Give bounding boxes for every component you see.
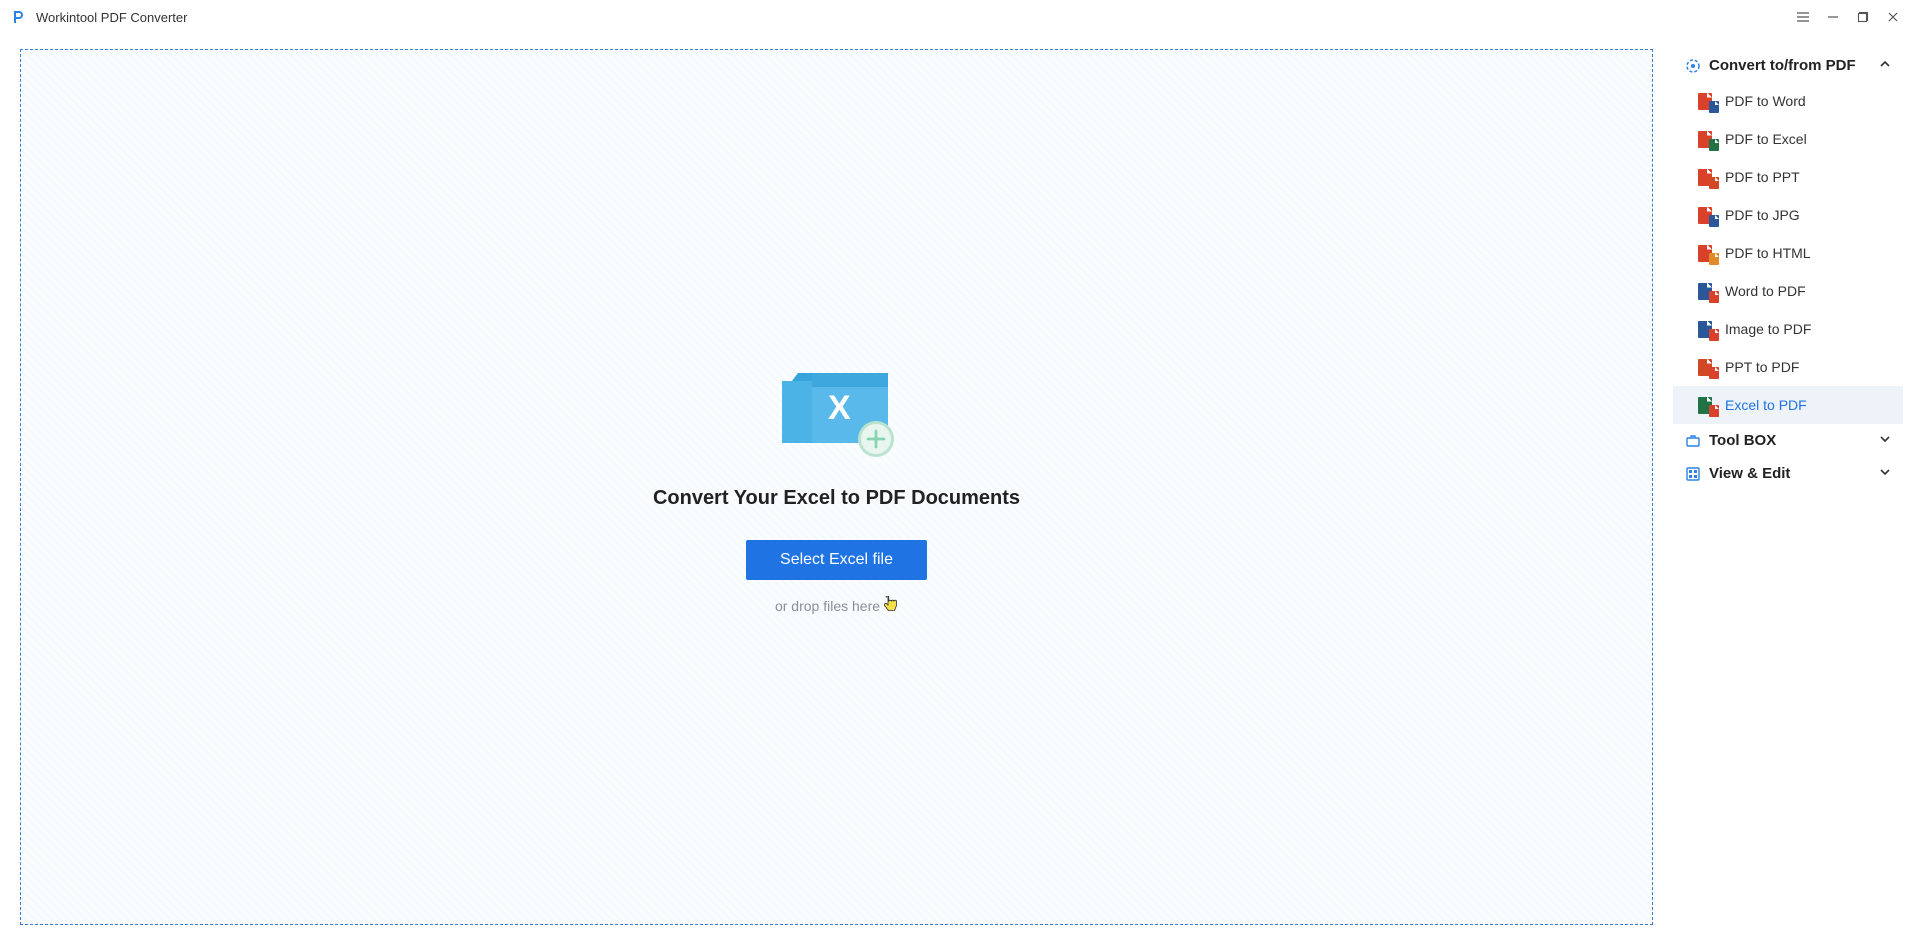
section-items-convert: PDF to Word PDF to Excel PDF to PPT PDF to …: [1673, 82, 1903, 424]
sidebar-item-label: PDF to PPT: [1725, 169, 1800, 185]
section-header-toolbox[interactable]: Tool BOX: [1673, 424, 1903, 457]
toolbox-section-icon: [1685, 433, 1701, 449]
section-label: View & Edit: [1709, 465, 1879, 482]
sidebar-item-label: Excel to PDF: [1725, 397, 1807, 413]
sidebar-item-label: Word to PDF: [1725, 283, 1806, 299]
pdf-to-excel-icon: [1695, 129, 1715, 149]
file-drop-zone[interactable]: X Convert Your Excel to PDF Documents Se…: [20, 49, 1653, 925]
sidebar-item-label: PDF to Word: [1725, 93, 1806, 109]
sidebar-item-image-to-pdf[interactable]: Image to PDF: [1673, 310, 1903, 348]
view-edit-section-icon: [1685, 466, 1701, 482]
close-button[interactable]: [1878, 2, 1908, 32]
sidebar-item-label: Image to PDF: [1725, 321, 1811, 337]
main-layout: X Convert Your Excel to PDF Documents Se…: [0, 34, 1918, 940]
ppt-to-pdf-icon: [1695, 357, 1715, 377]
sidebar-item-pdf-to-word[interactable]: PDF to Word: [1673, 82, 1903, 120]
sidebar-item-pdf-to-ppt[interactable]: PDF to PPT: [1673, 158, 1903, 196]
section-header-view-edit[interactable]: View & Edit: [1673, 457, 1903, 490]
app-logo-icon: [10, 8, 28, 26]
excel-folder-icon: X: [772, 359, 902, 459]
sidebar-item-pdf-to-excel[interactable]: PDF to Excel: [1673, 120, 1903, 158]
sidebar-item-pdf-to-jpg[interactable]: PDF to JPG: [1673, 196, 1903, 234]
sidebar-item-label: PPT to PDF: [1725, 359, 1799, 375]
titlebar: Workintool PDF Converter: [0, 0, 1918, 34]
maximize-button[interactable]: [1848, 2, 1878, 32]
app-title: Workintool PDF Converter: [36, 10, 187, 25]
pdf-to-word-icon: [1695, 91, 1715, 111]
drop-hint: or drop files here: [775, 596, 898, 615]
chevron-down-icon: [1879, 432, 1891, 449]
pointer-cursor-icon: [884, 596, 898, 615]
chevron-up-icon: [1879, 57, 1891, 74]
image-to-pdf-icon: [1695, 319, 1715, 339]
word-to-pdf-icon: [1695, 281, 1715, 301]
drop-zone-heading: Convert Your Excel to PDF Documents: [653, 487, 1020, 510]
sidebar-item-ppt-to-pdf[interactable]: PPT to PDF: [1673, 348, 1903, 386]
section-label: Tool BOX: [1709, 432, 1879, 449]
sidebar: Convert to/from PDF PDF to Word PDF to Ex…: [1673, 49, 1903, 925]
drop-hint-text: or drop files here: [775, 598, 880, 614]
sidebar-item-word-to-pdf[interactable]: Word to PDF: [1673, 272, 1903, 310]
select-file-button[interactable]: Select Excel file: [746, 540, 927, 580]
sidebar-item-label: PDF to Excel: [1725, 131, 1807, 147]
chevron-down-icon: [1879, 465, 1891, 482]
sidebar-item-label: PDF to HTML: [1725, 245, 1811, 261]
hamburger-menu-icon[interactable]: [1788, 2, 1818, 32]
convert-section-icon: [1685, 58, 1701, 74]
svg-text:X: X: [828, 389, 851, 427]
excel-to-pdf-icon: [1695, 395, 1715, 415]
sidebar-item-pdf-to-html[interactable]: PDF to HTML: [1673, 234, 1903, 272]
sidebar-item-excel-to-pdf[interactable]: Excel to PDF: [1673, 386, 1903, 424]
sidebar-item-label: PDF to JPG: [1725, 207, 1800, 223]
pdf-to-html-icon: [1695, 243, 1715, 263]
pdf-to-ppt-icon: [1695, 167, 1715, 187]
section-header-convert[interactable]: Convert to/from PDF: [1673, 49, 1903, 82]
minimize-button[interactable]: [1818, 2, 1848, 32]
section-label: Convert to/from PDF: [1709, 57, 1879, 74]
pdf-to-jpg-icon: [1695, 205, 1715, 225]
